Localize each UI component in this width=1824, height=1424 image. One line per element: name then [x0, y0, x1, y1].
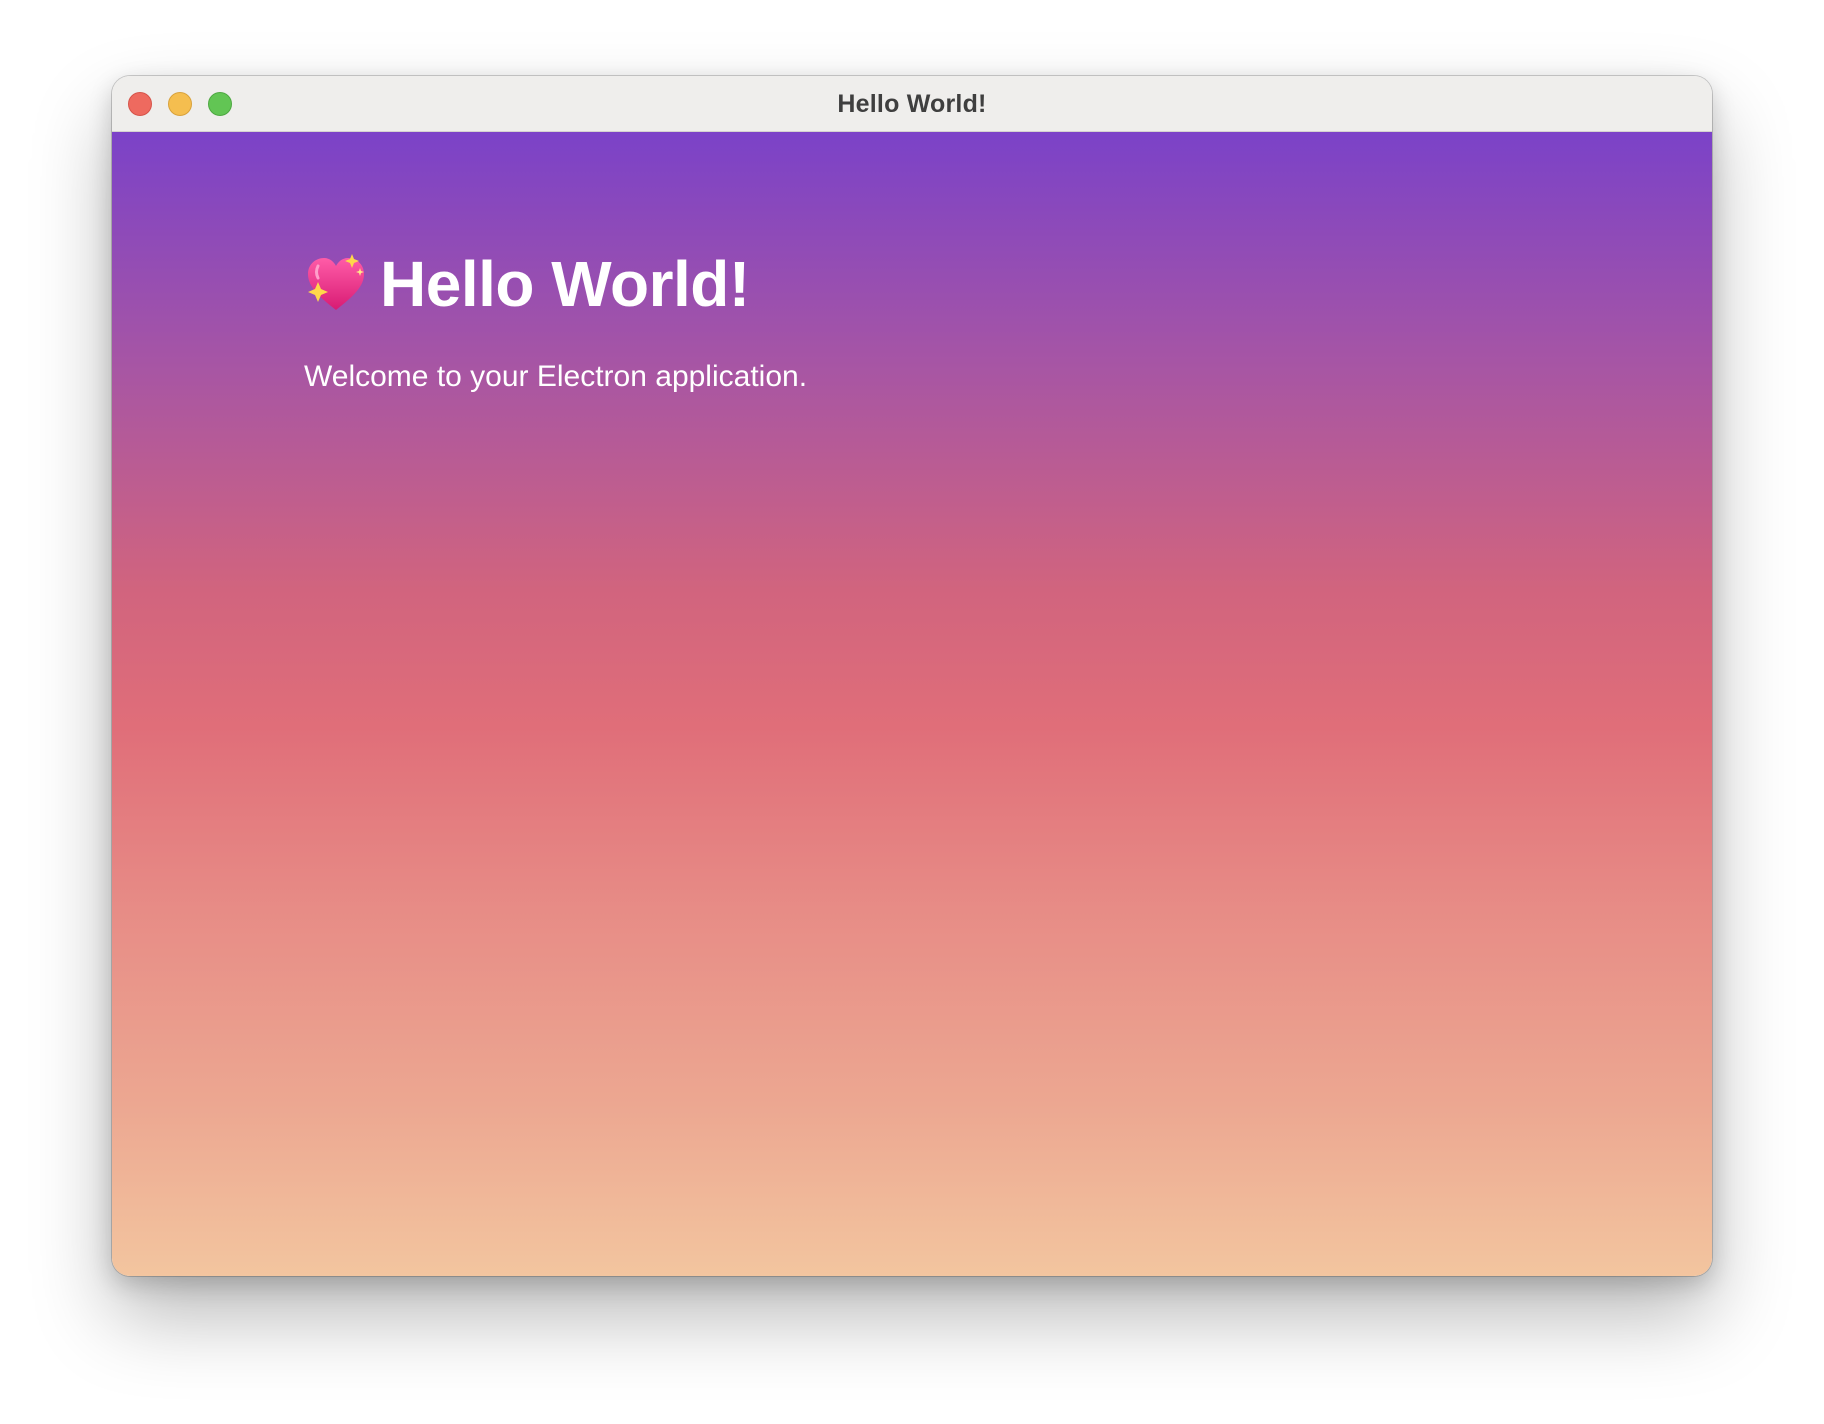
- page-heading: Hello World!: [380, 248, 750, 320]
- sparkling-heart-icon: [304, 252, 368, 316]
- app-window: Hello World! Hello World! Welcome to you…: [112, 76, 1712, 1276]
- app-content: Hello World! Welcome to your Electron ap…: [112, 132, 1712, 1276]
- title-bar[interactable]: Hello World!: [112, 76, 1712, 132]
- heading-row: Hello World!: [304, 244, 750, 324]
- window-title: Hello World!: [837, 90, 987, 118]
- welcome-text: Welcome to your Electron application.: [304, 360, 808, 393]
